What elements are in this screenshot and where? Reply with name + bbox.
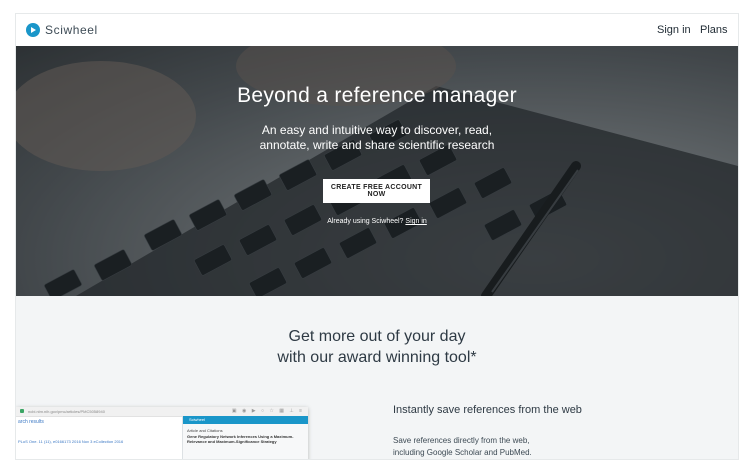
- hero-title: Beyond a reference manager: [237, 84, 517, 107]
- section-heading: Get more out of your day with our award …: [16, 326, 738, 368]
- brand-name[interactable]: Sciwheel: [45, 23, 98, 37]
- hero-signin-link[interactable]: Sign in: [405, 218, 426, 225]
- preview-panel-item: Gene Regulatory Network Inferences Using…: [187, 434, 294, 444]
- page-frame: Sciwheel Sign in Plans Beyond a referenc…: [16, 14, 738, 459]
- nav-signin-link[interactable]: Sign in: [657, 24, 691, 36]
- section-heading-line-1: Get more out of your day: [288, 328, 466, 345]
- preview-sciwheel-panel: Sciwheel Article and Citations Gene Regu…: [182, 416, 308, 459]
- feature-description-line-1: Save references directly from the web,: [393, 436, 530, 445]
- product-screenshot-preview: ncbi.nlm.nih.gov/pmc/articles/PMC5058940…: [16, 407, 308, 459]
- preview-search-results: arch results: [18, 419, 44, 425]
- hero-subtitle-line-1: An easy and intuitive way to discover, r…: [261, 123, 493, 137]
- preview-url: ncbi.nlm.nih.gov/pmc/articles/PMC5058940: [28, 409, 105, 414]
- hero-banner: Beyond a reference manager An easy and i…: [16, 46, 738, 296]
- section-heading-line-2: with our award winning tool*: [277, 349, 477, 366]
- preview-panel-header: Sciwheel: [183, 416, 308, 424]
- already-user-text: Already using Sciwheel? Sign in: [16, 218, 738, 225]
- feature-description-line-2: including Google Scholar and PubMed.: [393, 448, 532, 457]
- sciwheel-logo-icon[interactable]: [26, 23, 40, 37]
- preview-panel-label: Article and Citations: [187, 428, 223, 433]
- create-account-button[interactable]: CREATE FREE ACCOUNT NOW: [323, 179, 430, 203]
- top-navbar: Sciwheel Sign in Plans: [16, 14, 738, 46]
- hero-subtitle-line-2: annotate, write and share scientific res…: [259, 138, 495, 152]
- feature-description: Save references directly from the web, i…: [393, 435, 532, 459]
- nav-plans-link[interactable]: Plans: [700, 24, 728, 36]
- feature-title: Instantly save references from the web: [393, 404, 582, 416]
- already-user-label: Already using Sciwheel?: [327, 218, 404, 225]
- hero-subtitle: An easy and intuitive way to discover, r…: [16, 123, 738, 153]
- lock-icon: [20, 409, 24, 413]
- browser-toolbar-icons: ▣ ◉ ▶ ○ ☆ ▦ ⊥ ≡: [231, 408, 304, 414]
- preview-citation-meta: PLoS One. 11 (11), e0166173 2016 Nov 3 e…: [18, 439, 124, 444]
- preview-panel-title: Sciwheel: [189, 417, 206, 422]
